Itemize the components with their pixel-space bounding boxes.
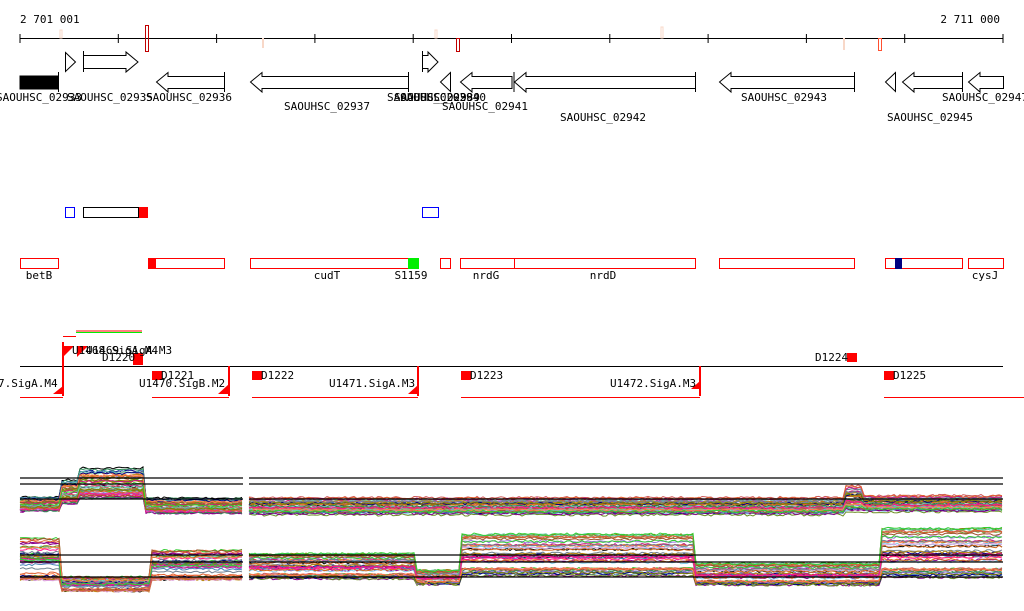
feature-label: betB	[26, 269, 53, 282]
pale-marker	[59, 29, 63, 39]
orange-marker[interactable]	[878, 38, 882, 51]
gene-label[interactable]: SAOUHSC_02942	[560, 111, 646, 124]
feature-label: nrdD	[590, 269, 617, 282]
feature-label: cudT	[314, 269, 341, 282]
pale-marker	[434, 29, 438, 39]
feature-betB[interactable]	[20, 258, 59, 269]
feature-cudT[interactable]	[250, 258, 419, 269]
gene-g10b[interactable]	[884, 71, 896, 93]
gene-g12[interactable]	[967, 71, 1004, 94]
ruler-start-label: 2 701 001	[20, 13, 80, 26]
site-label: U1472.SigA.M3	[610, 377, 696, 390]
feature-S1159[interactable]	[408, 258, 419, 269]
gene-g8[interactable]	[459, 71, 513, 94]
ruler-end-label: 2 711 000	[940, 13, 1000, 26]
feature-fill	[148, 258, 156, 269]
gene-label[interactable]: SAOUHSC_02937	[284, 100, 370, 113]
genome-browser-view[interactable]: 2 701 001 2 711 000 SAOUHSC_02933 SAOUHS…	[0, 0, 1024, 611]
feature-box[interactable]	[83, 207, 148, 218]
gene-g10[interactable]	[718, 71, 855, 94]
site-label: U1471.SigA.M3	[329, 377, 415, 390]
gene-label[interactable]: SAOUHSC_02945	[887, 111, 973, 124]
feature-nrdD[interactable]	[514, 258, 696, 269]
feature-cysJ[interactable]	[968, 258, 1004, 269]
site-label: D1220	[102, 351, 135, 364]
gene-g5[interactable]	[422, 50, 439, 74]
feature-box[interactable]	[83, 207, 139, 218]
pale-marker	[262, 38, 264, 48]
gene-g1[interactable]	[19, 75, 59, 90]
blue-marker[interactable]	[422, 207, 439, 218]
feature-box[interactable]	[719, 258, 855, 269]
site-label: U1470.SigB.M2	[139, 377, 225, 390]
gene-g1b[interactable]	[65, 51, 77, 73]
gene-label[interactable]: SAOUHSC_02943	[741, 91, 827, 104]
gene-g3[interactable]	[155, 71, 225, 94]
gene-label[interactable]: SAOUHSC_02947	[942, 91, 1024, 104]
feature-box[interactable]	[440, 258, 451, 269]
gene-g2[interactable]	[83, 50, 139, 74]
red-marker[interactable]	[456, 38, 460, 52]
site-label: 7.SigA.M4	[0, 377, 58, 390]
gene-g6[interactable]	[439, 71, 451, 93]
gene-g11[interactable]	[901, 71, 963, 94]
expression-profiles	[19, 466, 1003, 593]
site-label: D1224	[815, 351, 848, 364]
site-track: 7.SigA.M4 U1468.SigA.M4 U1469.SigA.M3 D1…	[0, 330, 1024, 398]
marker-track	[65, 207, 439, 218]
terminator-D1224[interactable]	[847, 353, 857, 362]
gene-g9[interactable]	[513, 71, 696, 94]
gene-g4[interactable]	[249, 71, 409, 94]
site-label: D1222	[261, 369, 294, 382]
gene-labels: SAOUHSC_02933 SAOUHSC_02935 SAOUHSC_0293…	[0, 91, 1024, 124]
gene-label[interactable]: SAOUHSC_02941	[442, 100, 528, 113]
gene-label[interactable]: SAOUHSC_02935	[67, 91, 153, 104]
site-label: D1225	[893, 369, 926, 382]
coordinate-ruler: 2 701 001 2 711 000	[19, 13, 1004, 52]
gene-track	[19, 50, 1004, 94]
site-label: D1223	[470, 369, 503, 382]
pale-marker	[843, 38, 845, 50]
pale-marker	[660, 26, 664, 39]
feature-label: nrdG	[473, 269, 500, 282]
feature-label: S1159	[394, 269, 427, 282]
dark-marker	[895, 258, 902, 269]
feature-nrdG[interactable]	[460, 258, 515, 269]
feature-fill	[138, 207, 148, 218]
feature-labels: betB cudT S1159 nrdG nrdD cysJ	[26, 269, 999, 282]
feature-box[interactable]	[148, 258, 225, 269]
gene-label[interactable]: SAOUHSC_02936	[146, 91, 232, 104]
blue-marker[interactable]	[65, 207, 75, 218]
feature-track	[20, 258, 1004, 269]
feature-label: cysJ	[972, 269, 999, 282]
